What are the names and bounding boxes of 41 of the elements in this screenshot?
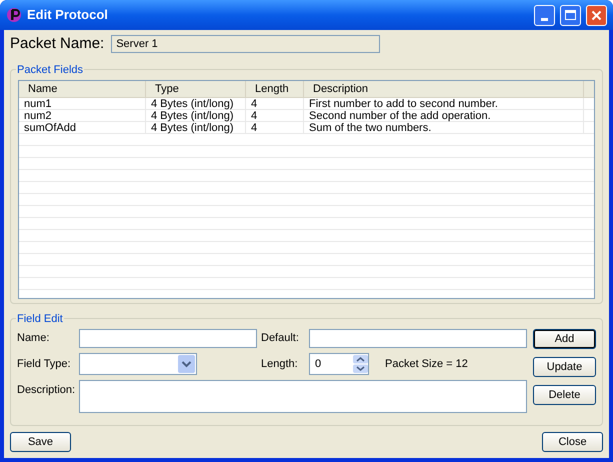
packet-name-label: Packet Name:: [10, 34, 104, 54]
dialog-button[interactable]: Save: [10, 432, 71, 452]
action-button[interactable]: Update: [533, 357, 596, 377]
table-cell: Sum of the two numbers.: [304, 122, 584, 134]
table-cell: 4: [246, 98, 304, 110]
table-cell: 4: [246, 110, 304, 122]
action-button[interactable]: Add: [533, 329, 596, 349]
app-logo-icon: [6, 7, 22, 23]
description-label: Description:: [17, 383, 76, 398]
close-button[interactable]: [586, 4, 607, 26]
table-cell: Second number of the add operation.: [304, 110, 584, 122]
table-cell: First number to add to second number.: [304, 98, 584, 110]
close-icon: [591, 10, 602, 20]
name-field[interactable]: [79, 329, 257, 348]
description-field[interactable]: [79, 380, 527, 413]
field-type-dropdown[interactable]: [79, 353, 197, 375]
column-header[interactable]: Name: [19, 81, 146, 98]
table-cell: sumOfAdd: [19, 122, 146, 134]
table-cell: 4 Bytes (int/long): [146, 98, 246, 110]
name-label: Name:: [17, 331, 50, 346]
column-header[interactable]: Description: [304, 81, 584, 98]
minimize-button[interactable]: [534, 4, 555, 26]
default-label: Default:: [261, 331, 300, 346]
spinner-arrows-icon: [353, 355, 368, 373]
column-header[interactable]: Type: [146, 81, 246, 98]
default-field[interactable]: [309, 329, 527, 348]
table-cell: 4: [246, 122, 304, 134]
dialog-button[interactable]: Close: [542, 432, 603, 452]
packet-name-field[interactable]: Server 1: [111, 35, 380, 53]
window-title: Edit Protocol: [27, 6, 109, 24]
table-cell: num2: [19, 110, 146, 122]
packet-size-text: Packet Size = 12: [385, 356, 468, 372]
length-label: Length:: [261, 356, 299, 372]
table-cell: 4 Bytes (int/long): [146, 122, 246, 134]
field-type-label: Field Type:: [17, 356, 72, 372]
length-spinner[interactable]: 0: [309, 353, 369, 375]
maximize-button[interactable]: [560, 4, 581, 26]
table-cell: num1: [19, 98, 146, 110]
action-button[interactable]: Delete: [533, 385, 596, 405]
column-header[interactable]: Length: [246, 81, 304, 98]
table-cell: 4 Bytes (int/long): [146, 110, 246, 122]
